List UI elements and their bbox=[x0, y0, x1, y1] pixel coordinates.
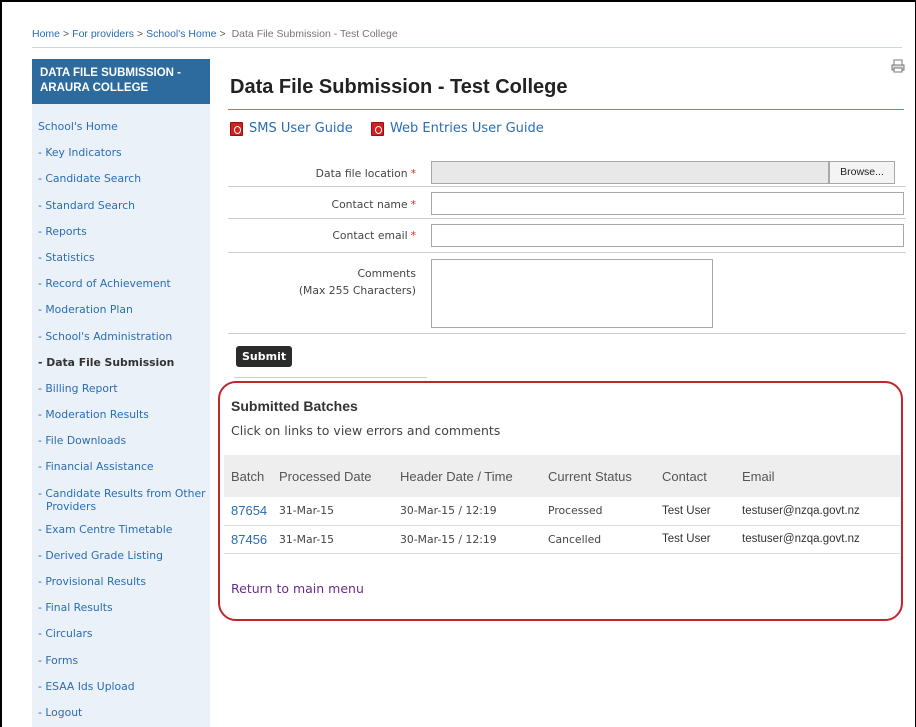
sidebar-item-esaa-ids-upload[interactable]: - ESAA Ids Upload bbox=[32, 680, 210, 706]
sidebar-item-label: - Candidate Results from Other bbox=[38, 486, 206, 500]
pdf-icon bbox=[370, 121, 384, 136]
column-header-contact: Contact bbox=[655, 455, 735, 497]
submit-button[interactable]: Submit bbox=[236, 346, 293, 367]
breadcrumb-current: Data File Submission - Test College bbox=[231, 28, 398, 40]
table-row: 87654 31-Mar-15 30-Mar-15 / 12:19 Proces… bbox=[224, 497, 900, 526]
sidebar-item-moderation-results[interactable]: - Moderation Results bbox=[32, 408, 210, 434]
sidebar-item-circulars[interactable]: - Circulars bbox=[32, 627, 210, 653]
current-status-cell: Processed bbox=[541, 497, 655, 526]
sidebar-item-statistics[interactable]: - Statistics bbox=[32, 251, 210, 277]
user-guides: SMS User Guide Web Entries User Guide bbox=[230, 121, 558, 140]
sidebar-title: DATA FILE SUBMISSION - ARAURA COLLEGE bbox=[32, 59, 210, 104]
comments-textarea[interactable] bbox=[431, 259, 713, 328]
column-header-email: Email bbox=[735, 455, 900, 497]
comments-label: Comments (Max 255 Characters) bbox=[299, 265, 416, 299]
contact-email-row: Contact email * bbox=[228, 219, 906, 253]
sidebar-item-forms[interactable]: - Forms bbox=[32, 654, 210, 680]
breadcrumb-home[interactable]: Home bbox=[32, 28, 60, 40]
submission-form: Data file location * Browse... Contact na… bbox=[228, 146, 906, 334]
label-text: Data file location bbox=[315, 167, 408, 180]
sidebar-item-candidate-results-other-providers[interactable]: - Candidate Results from Other Providers bbox=[32, 487, 210, 523]
sidebar-item-standard-search[interactable]: - Standard Search bbox=[32, 199, 210, 225]
comments-row: Comments (Max 255 Characters) bbox=[228, 253, 906, 334]
sidebar-item-derived-grade-listing[interactable]: - Derived Grade Listing bbox=[32, 549, 210, 575]
processed-date-cell: 31-Mar-15 bbox=[272, 497, 393, 526]
batch-link[interactable]: 87456 bbox=[231, 532, 267, 547]
breadcrumb-schools-home[interactable]: School's Home bbox=[146, 28, 216, 40]
batches-table: Batch Processed Date Header Date / Time … bbox=[224, 455, 900, 554]
breadcrumb: Home > For providers > School's Home > Data Fi… bbox=[32, 28, 398, 40]
email-cell: testuser@nzqa.govt.nz bbox=[735, 497, 900, 526]
breadcrumb-separator: > bbox=[63, 28, 70, 40]
column-header-current-status: Current Status bbox=[541, 455, 655, 497]
contact-name-label: Contact name * bbox=[332, 198, 416, 211]
file-location-input[interactable] bbox=[431, 161, 829, 184]
sidebar-item-exam-centre-timetable[interactable]: - Exam Centre Timetable bbox=[32, 523, 210, 549]
file-location-label: Data file location * bbox=[316, 167, 416, 180]
sidebar: DATA FILE SUBMISSION - ARAURA COLLEGE Sc… bbox=[32, 59, 210, 727]
sidebar-item-data-file-submission[interactable]: - Data File Submission bbox=[32, 356, 210, 382]
current-status-cell: Cancelled bbox=[541, 525, 655, 554]
sms-user-guide-link[interactable]: SMS User Guide bbox=[230, 121, 353, 136]
breadcrumb-separator: > bbox=[219, 28, 226, 40]
email-cell: testuser@nzqa.govt.nz bbox=[735, 525, 900, 554]
sidebar-item-final-results[interactable]: - Final Results bbox=[32, 601, 210, 627]
contact-cell: Test User bbox=[655, 497, 735, 526]
submit-divider bbox=[234, 377, 427, 378]
sidebar-item-provisional-results[interactable]: - Provisional Results bbox=[32, 575, 210, 601]
contact-email-label: Contact email * bbox=[332, 229, 416, 242]
header-date-time-cell: 30-Mar-15 / 12:19 bbox=[393, 497, 541, 526]
breadcrumb-separator: > bbox=[137, 28, 144, 40]
sidebar-item-logout[interactable]: - Logout bbox=[32, 706, 210, 727]
required-mark: * bbox=[410, 198, 416, 211]
label-text: Contact email bbox=[332, 229, 408, 242]
contact-name-row: Contact name * bbox=[228, 187, 906, 219]
sidebar-item-record-of-achievement[interactable]: - Record of Achievement bbox=[32, 277, 210, 303]
label-text: Contact name bbox=[331, 198, 408, 211]
batch-link[interactable]: 87654 bbox=[231, 503, 267, 518]
required-mark: * bbox=[410, 167, 416, 180]
batch-cell: 87456 bbox=[224, 525, 272, 554]
web-entries-user-guide-link[interactable]: Web Entries User Guide bbox=[370, 121, 544, 136]
sidebar-item-schools-administration[interactable]: - School's Administration bbox=[32, 330, 210, 356]
column-header-header-date-time: Header Date / Time bbox=[393, 455, 541, 497]
print-icon[interactable] bbox=[891, 59, 905, 73]
processed-date-cell: 31-Mar-15 bbox=[272, 525, 393, 554]
file-location-row: Data file location * Browse... bbox=[228, 146, 906, 187]
table-row: 87456 31-Mar-15 30-Mar-15 / 12:19 Cancel… bbox=[224, 525, 900, 554]
sidebar-item-billing-report[interactable]: - Billing Report bbox=[32, 382, 210, 408]
return-to-main-menu-link[interactable]: Return to main menu bbox=[231, 581, 364, 596]
sidebar-item-label-continued: Providers bbox=[46, 499, 97, 513]
contact-email-input[interactable] bbox=[431, 224, 904, 247]
page-title: Data File Submission - Test College bbox=[230, 76, 568, 98]
required-mark: * bbox=[410, 229, 416, 242]
sidebar-item-reports[interactable]: - Reports bbox=[32, 225, 210, 251]
sidebar-item-financial-assistance[interactable]: - Financial Assistance bbox=[32, 460, 210, 486]
sidebar-item-key-indicators[interactable]: - Key Indicators bbox=[32, 146, 210, 172]
submitted-batches-title: Submitted Batches bbox=[231, 398, 358, 414]
comments-hint: (Max 255 Characters) bbox=[298, 284, 416, 297]
header-date-time-cell: 30-Mar-15 / 12:19 bbox=[393, 525, 541, 554]
column-header-processed-date: Processed Date bbox=[272, 455, 393, 497]
contact-name-input[interactable] bbox=[431, 192, 904, 215]
table-header-row: Batch Processed Date Header Date / Time … bbox=[224, 455, 900, 497]
label-text: Comments bbox=[357, 267, 416, 280]
sidebar-item-candidate-search[interactable]: - Candidate Search bbox=[32, 172, 210, 198]
sidebar-item-moderation-plan[interactable]: - Moderation Plan bbox=[32, 303, 210, 329]
submitted-batches-panel: Submitted Batches Click on links to view… bbox=[218, 381, 903, 621]
batch-cell: 87654 bbox=[224, 497, 272, 526]
sidebar-menu: School's Home - Key Indicators - Candida… bbox=[32, 104, 210, 727]
submitted-batches-subtitle: Click on links to view errors and commen… bbox=[231, 423, 501, 438]
sidebar-item-file-downloads[interactable]: - File Downloads bbox=[32, 434, 210, 460]
web-entries-user-guide-label: Web Entries User Guide bbox=[389, 121, 544, 136]
breadcrumb-divider bbox=[32, 47, 902, 48]
column-header-batch: Batch bbox=[224, 455, 272, 497]
breadcrumb-for-providers[interactable]: For providers bbox=[72, 28, 134, 40]
title-divider bbox=[228, 109, 904, 110]
browse-button[interactable]: Browse... bbox=[829, 161, 895, 184]
sms-user-guide-label: SMS User Guide bbox=[249, 121, 353, 136]
pdf-icon bbox=[230, 121, 243, 136]
sidebar-item-schools-home[interactable]: School's Home bbox=[32, 120, 210, 146]
contact-cell: Test User bbox=[655, 525, 735, 554]
